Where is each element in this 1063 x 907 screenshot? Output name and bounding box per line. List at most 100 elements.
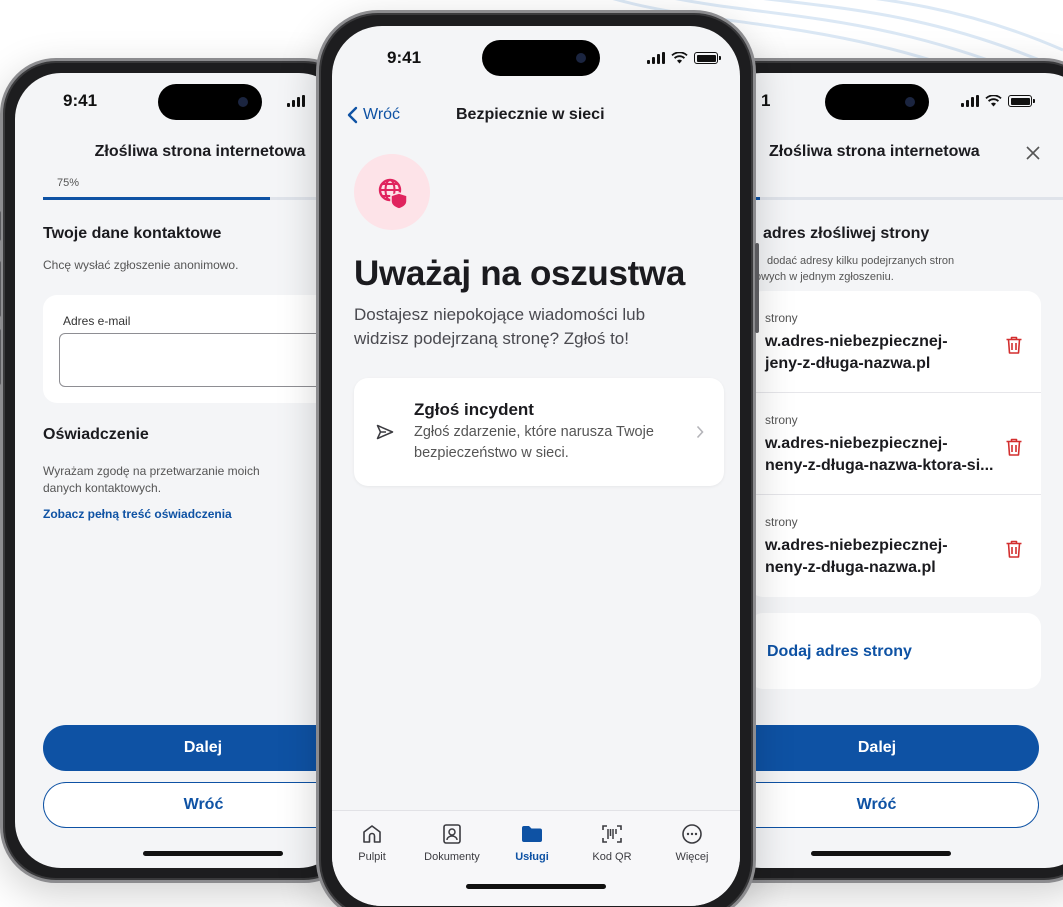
url-label: strony (765, 413, 798, 427)
chevron-right-icon (696, 425, 704, 439)
chevron-left-icon (347, 106, 358, 124)
url-row: strony w.adres-niebezpiecznej-jeny-z-dług… (749, 291, 1041, 393)
trash-icon[interactable] (1005, 437, 1023, 457)
nav-back-label: Wróć (363, 106, 401, 123)
progress-track (715, 197, 1063, 200)
volume-up-button (0, 261, 1, 317)
folder-icon (522, 826, 542, 842)
id-card-icon (443, 824, 461, 844)
signal-icon (647, 52, 665, 64)
email-input[interactable] (59, 333, 345, 387)
incident-desc-1: Zgłoś zdarzenie, które narusza Twoje (414, 424, 654, 440)
incident-desc-2: bezpieczeństwo w sieci. (414, 445, 569, 461)
dynamic-island (825, 84, 929, 120)
left-phone: 9:41 Złośliwa strona internetowa 75% Two… (0, 58, 360, 883)
signal-icon (961, 95, 979, 107)
nav-back-button[interactable]: Wróć (346, 106, 400, 124)
status-icons (647, 52, 721, 64)
subtitle-1: dodać adresy kilku podejrzanych stron (767, 255, 955, 267)
right-screen: 1 Złośliwa strona internetowa adres złoś… (715, 73, 1063, 868)
url-row: strony w.adres-niebezpiecznej-neny-z-dług… (749, 393, 1041, 495)
next-button[interactable]: Dalej (43, 725, 345, 771)
email-card: Adres e-mail (43, 295, 345, 403)
declaration-heading: Oświadczenie (43, 426, 149, 443)
battery-icon (694, 52, 721, 64)
home-indicator (811, 851, 951, 856)
url-line-2: neny-z-długa-nazwa.pl (765, 559, 936, 576)
screen-title: Złośliwa strona internetowa (769, 143, 980, 160)
status-time: 9:41 (63, 91, 98, 110)
progress-label: 75% (57, 177, 80, 189)
mute-switch (0, 211, 1, 241)
center-screen: 9:41 Wróć Bezpiecznie w sieci Uważaj na … (332, 26, 740, 906)
status-time: 1 (761, 91, 771, 110)
url-label: strony (765, 515, 798, 529)
dynamic-island (158, 84, 262, 120)
status-time: 9:41 (387, 48, 422, 67)
wifi-icon (671, 52, 688, 64)
url-row: strony w.adres-niebezpiecznej-neny-z-dług… (749, 495, 1041, 597)
screen-title: Złośliwa strona internetowa (94, 143, 306, 160)
url-label: strony (765, 311, 798, 325)
signal-icon (287, 95, 305, 107)
power-button (755, 243, 759, 333)
add-url-card[interactable]: Dodaj adres strony (749, 613, 1041, 689)
tab-pulpit[interactable]: Pulpit (332, 823, 412, 863)
hero-icon-badge (354, 154, 430, 230)
url-line-1: w.adres-niebezpiecznej- (765, 333, 948, 350)
incident-title: Zgłoś incydent (414, 400, 534, 419)
tab-uslugi[interactable]: Usługi (492, 823, 572, 863)
report-incident-card[interactable]: Zgłoś incydent Zgłoś zdarzenie, które na… (354, 378, 724, 486)
battery-icon (1008, 95, 1035, 107)
back-button[interactable]: Wróć (43, 782, 345, 828)
subtitle-2: owych w jednym zgłoszeniu. (755, 271, 894, 283)
tab-label: Dokumenty (424, 851, 480, 863)
tab-label: Usługi (515, 851, 549, 863)
hero-title: Uważaj na oszustwa (354, 254, 686, 293)
qr-scan-icon (602, 825, 622, 843)
more-icon (682, 824, 702, 844)
trash-icon[interactable] (1005, 539, 1023, 559)
declaration-text-2: danych kontaktowych. (43, 481, 162, 495)
url-line-2: jeny-z-długa-nazwa.pl (765, 355, 931, 372)
url-line-1: w.adres-niebezpiecznej- (765, 537, 948, 554)
back-button[interactable]: Wróć (715, 782, 1039, 828)
wifi-icon (985, 95, 1002, 107)
tab-kod-qr[interactable]: Kod QR (572, 823, 652, 863)
home-indicator (143, 851, 283, 856)
heading: adres złośliwej strony (763, 225, 930, 242)
send-icon (376, 424, 394, 440)
globe-shield-icon (378, 178, 408, 210)
declaration-link[interactable]: Zobacz pełną treść oświadczenia (43, 507, 232, 521)
status-icons (961, 95, 1035, 107)
url-list-card: strony w.adres-niebezpiecznej-jeny-z-dług… (749, 291, 1041, 597)
progress-track (43, 197, 345, 200)
tab-label: Pulpit (358, 851, 386, 863)
volume-down-button (0, 329, 1, 385)
email-label: Adres e-mail (63, 314, 131, 328)
tab-dokumenty[interactable]: Dokumenty (412, 823, 492, 863)
url-line-1: w.adres-niebezpiecznej- (765, 435, 948, 452)
declaration-text-1: Wyrażam zgodę na przetwarzanie moich (43, 464, 260, 478)
next-button[interactable]: Dalej (715, 725, 1039, 771)
tab-wiecej[interactable]: Więcej (652, 823, 732, 863)
close-icon[interactable] (1025, 145, 1041, 161)
home-icon (363, 825, 381, 843)
hero-subtitle-1: Dostajesz niepokojące wiadomości lub (354, 305, 646, 324)
progress-fill (43, 197, 270, 200)
nav-title: Bezpiecznie w sieci (456, 106, 605, 123)
hero-subtitle-2: widzisz podejrzaną stronę? Zgłoś to! (354, 329, 629, 348)
dynamic-island (482, 40, 600, 76)
tab-bar: Pulpit Dokumenty Usługi Kod QR Więcej (332, 810, 740, 906)
url-line-2: neny-z-długa-nazwa-ktora-si... (765, 457, 994, 474)
anonymous-option-text[interactable]: Chcę wysłać zgłoszenie anonimowo. (43, 257, 238, 274)
center-phone: 9:41 Wróć Bezpiecznie w sieci Uważaj na … (316, 10, 759, 907)
trash-icon[interactable] (1005, 335, 1023, 355)
tab-label: Więcej (675, 851, 709, 863)
tab-label: Kod QR (592, 851, 632, 863)
left-screen: 9:41 Złośliwa strona internetowa 75% Two… (15, 73, 345, 868)
contact-heading: Twoje dane kontaktowe (43, 225, 222, 242)
add-url-button[interactable]: Dodaj adres strony (767, 643, 912, 661)
status-icons (287, 95, 305, 107)
home-indicator (466, 884, 606, 889)
